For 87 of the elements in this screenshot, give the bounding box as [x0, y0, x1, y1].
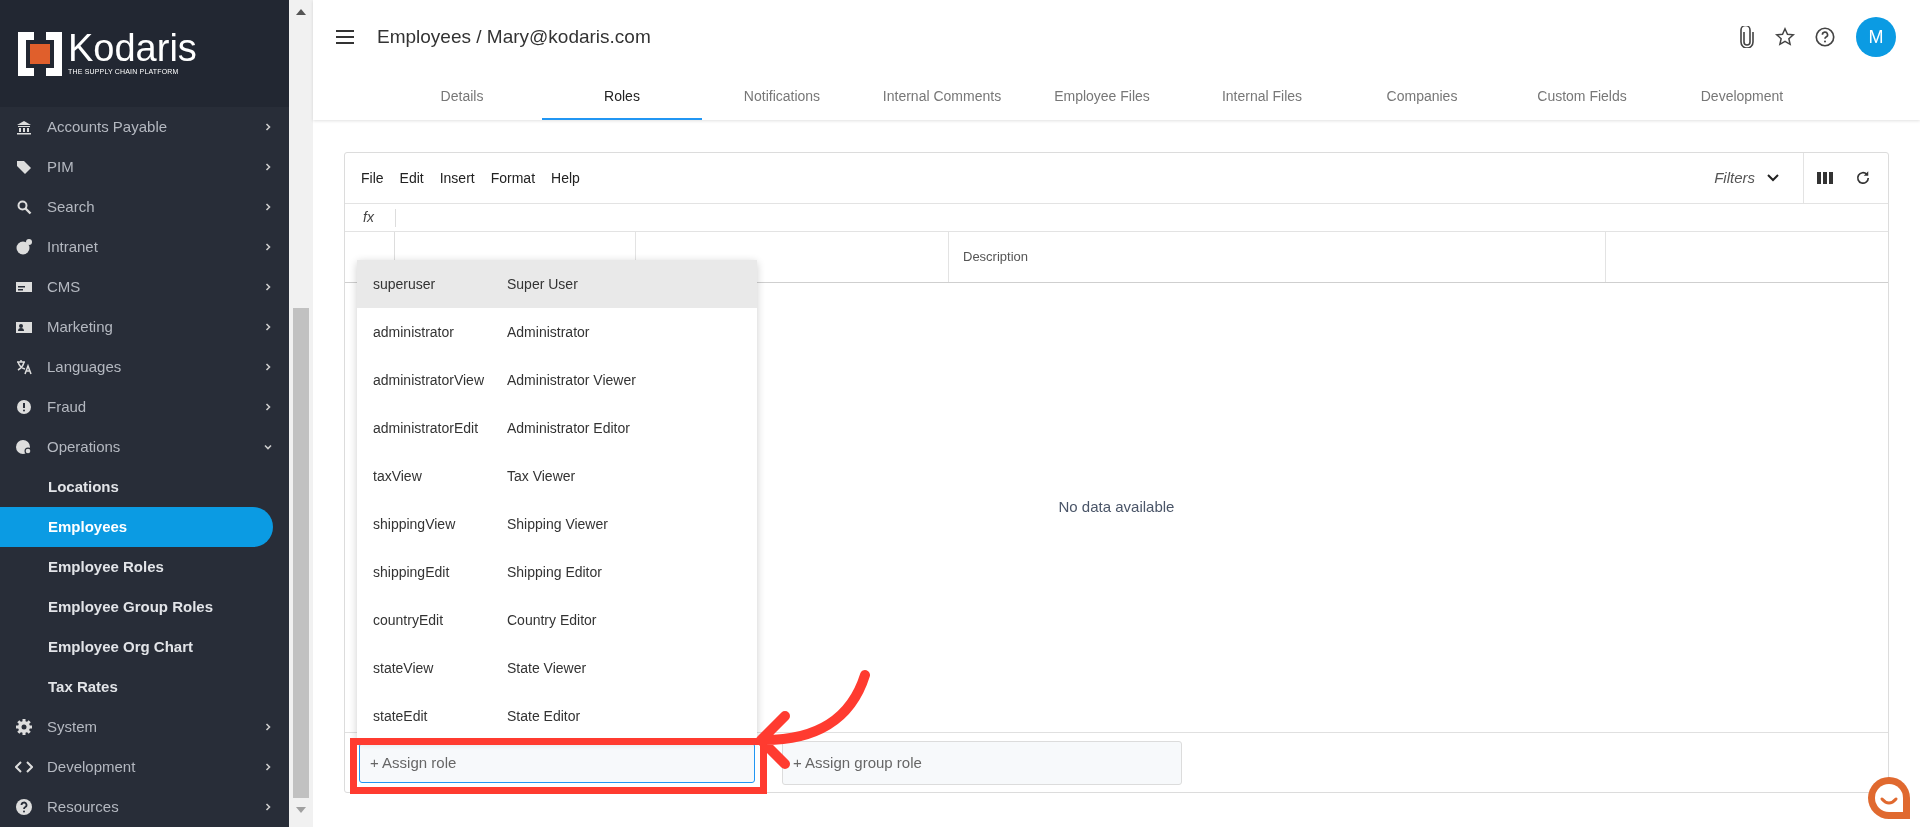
menu-item[interactable]: Format [490, 167, 536, 189]
role-code: administrator [373, 322, 455, 342]
scrollbar-thumb[interactable] [293, 308, 309, 798]
tag-icon [15, 158, 33, 176]
sidebar-item[interactable]: Development [0, 747, 289, 787]
sidebar-item[interactable]: Search [0, 187, 289, 227]
menu-item[interactable]: Insert [439, 167, 475, 189]
tab[interactable]: Development [1662, 74, 1822, 120]
role-name: Super User [507, 274, 578, 294]
dropdown-option[interactable]: administratorView Administrator Viewer [357, 356, 757, 404]
tab[interactable]: Roles [542, 74, 702, 120]
attachment-icon[interactable] [1738, 26, 1756, 48]
dropdown-option[interactable]: administrator Administrator [357, 308, 757, 356]
dropdown-option[interactable]: countryEdit Country Editor [357, 596, 757, 644]
help-icon [15, 798, 33, 816]
empty-message: No data available [1058, 497, 1175, 518]
sidebar-subitem[interactable]: Tax Rates [0, 667, 273, 707]
dropdown-option[interactable]: superuser Super User [357, 260, 757, 308]
dropdown-option[interactable]: administratorEdit Administrator Editor [357, 404, 757, 452]
filters-dropdown[interactable]: Filters [1714, 166, 1791, 190]
dropdown-option[interactable]: shippingView Shipping Viewer [357, 500, 757, 548]
sidebar-item[interactable]: Marketing [0, 307, 289, 347]
menu-item[interactable]: File [361, 167, 384, 189]
tab[interactable]: Internal Files [1182, 74, 1342, 120]
sidebar-item[interactable]: Languages [0, 347, 289, 387]
sidebar-item[interactable]: Operations [0, 427, 289, 467]
role-name: Administrator Editor [507, 418, 630, 438]
search-icon [15, 198, 33, 216]
sidebar-subitem[interactable]: Employee Org Chart [0, 627, 273, 667]
role-code: countryEdit [373, 610, 445, 630]
columns-icon[interactable] [1816, 170, 1834, 186]
menu-item[interactable]: Edit [399, 167, 424, 189]
tab[interactable]: Notifications [702, 74, 862, 120]
menu-icon[interactable] [335, 29, 355, 45]
sidebar-subitem[interactable]: Employee Roles [0, 547, 273, 587]
settings-icon [15, 718, 33, 736]
refresh-icon[interactable] [1854, 169, 1872, 187]
tab[interactable]: Internal Comments [862, 74, 1022, 120]
role-code: administratorView [373, 370, 485, 390]
logo-icon [18, 31, 62, 76]
role-code: stateView [373, 658, 435, 678]
tab[interactable]: Employee Files [1022, 74, 1182, 120]
sidebar-subitem[interactable]: Locations [0, 467, 273, 507]
sidebar-item[interactable]: Fraud [0, 387, 289, 427]
dropdown-option[interactable]: shippingEdit Shipping Editor [357, 548, 757, 596]
role-code: superuser [373, 274, 437, 294]
alert-icon [15, 398, 33, 416]
role-name: Shipping Editor [507, 562, 602, 582]
role-name: State Editor [507, 706, 581, 726]
assign-group-role-field[interactable]: + Assign group role [782, 740, 1182, 785]
bank-icon [15, 118, 33, 136]
assign-role-field[interactable]: + Assign role [359, 742, 755, 783]
menu-item[interactable]: Help [551, 167, 580, 189]
scrollbar[interactable] [289, 0, 313, 827]
tab[interactable]: Details [382, 74, 542, 120]
chat-icon[interactable] [1866, 775, 1912, 821]
column-header[interactable]: Description [949, 232, 1606, 282]
role-name: Administrator [507, 322, 590, 342]
formula-label: fx [362, 208, 375, 227]
dropdown-option[interactable]: stateEdit State Editor [357, 692, 757, 740]
role-code: shippingEdit [373, 562, 451, 582]
sidebar-item[interactable]: System [0, 707, 289, 747]
chevron-down-icon [1767, 174, 1779, 182]
help-icon[interactable] [1814, 26, 1836, 48]
logo-name: Kodaris [68, 29, 197, 68]
sidebar-subitem[interactable]: Employee Group Roles [0, 587, 273, 627]
role-name: Tax Viewer [507, 466, 576, 486]
sidebar-item[interactable]: CMS [0, 267, 289, 307]
tab[interactable]: Companies [1342, 74, 1502, 120]
role-code: taxView [373, 466, 423, 486]
role-code: stateEdit [373, 706, 429, 726]
role-name: State Viewer [507, 658, 587, 678]
sidebar-item[interactable]: Accounts Payable [0, 107, 289, 147]
role-name: Country Editor [507, 610, 597, 630]
tab[interactable]: Custom Fields [1502, 74, 1662, 120]
sidebar-item[interactable]: Resources [0, 787, 289, 827]
star-icon[interactable] [1774, 26, 1796, 48]
translate-icon [15, 358, 33, 376]
dropdown-option[interactable]: stateView State Viewer [357, 644, 757, 692]
role-name: Administrator Viewer [507, 370, 636, 390]
role-name: Shipping Viewer [507, 514, 608, 534]
page-title: Employees / Mary@kodaris.com [377, 24, 651, 49]
sidebar-item[interactable]: PIM [0, 147, 289, 187]
role-code: administratorEdit [373, 418, 480, 438]
dropdown-option[interactable]: taxView Tax Viewer [357, 452, 757, 500]
role-code: shippingView [373, 514, 457, 534]
sidebar-item[interactable]: Intranet [0, 227, 289, 267]
